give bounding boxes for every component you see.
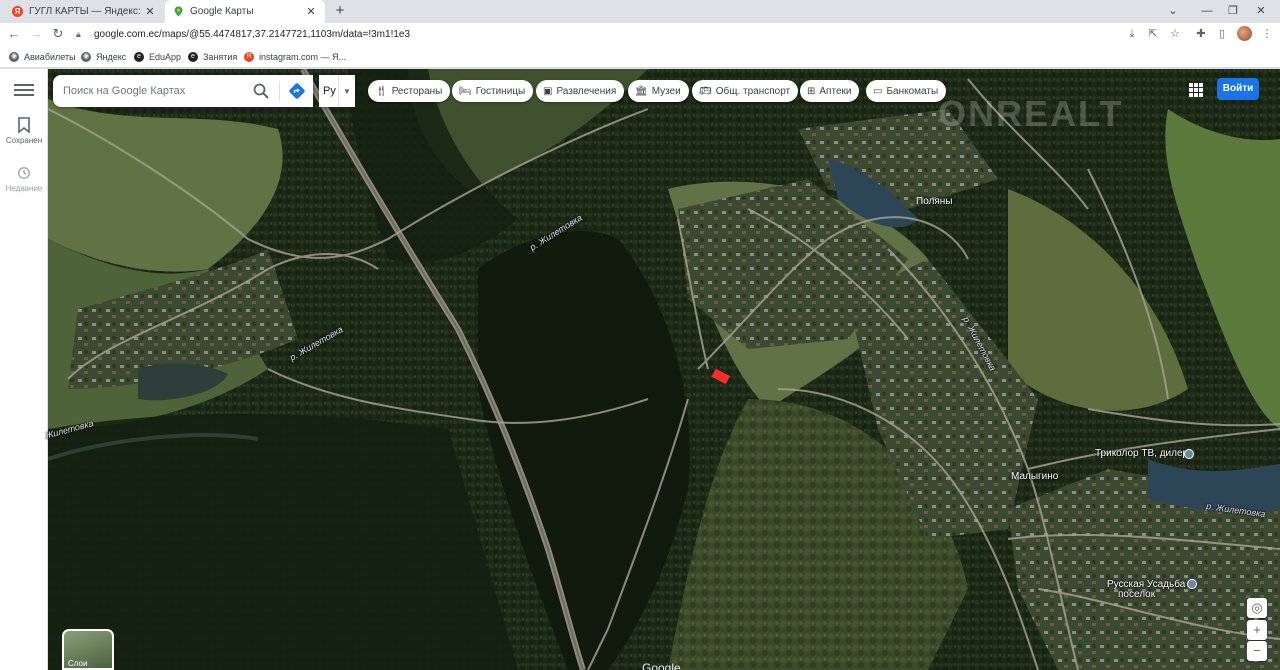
tab-search-icon[interactable]: ⌄ xyxy=(1162,2,1184,20)
bookmark-star-icon[interactable]: ☆ xyxy=(1166,25,1184,43)
reload-button[interactable]: ↻ xyxy=(49,25,67,43)
address-bar[interactable]: 🔒︎ google.com.ec/maps/@55.4474817,37.214… xyxy=(76,25,1106,43)
bookmarks-bar: ◉ Авиабилеты ◉ Яндекс e EduApp e Занятия… xyxy=(0,45,1280,68)
bookmark-zanyatiya[interactable]: e Занятия xyxy=(188,49,237,64)
back-button[interactable]: ← xyxy=(5,25,23,43)
search-input[interactable] xyxy=(63,82,243,100)
ticket-icon: ▣ xyxy=(543,85,553,97)
language-value: Ру xyxy=(319,75,339,107)
tab-yandex[interactable]: Я ГУГЛ КАРТЫ — Яндекс: нашлось ✕ xyxy=(4,0,164,23)
lock-icon: 🔒︎ xyxy=(76,29,81,39)
close-tab-icon[interactable]: ✕ xyxy=(144,5,156,18)
tab-google-maps[interactable]: Google Карты ✕ xyxy=(165,0,325,23)
chip-entertainment[interactable]: ▣ Развлечения xyxy=(536,80,625,102)
eduapp-icon: e xyxy=(134,51,144,62)
chip-label: Гостиницы xyxy=(475,85,526,97)
install-icon[interactable]: ⤓ xyxy=(1123,25,1141,43)
google-maps: Сохранен Недавние Поляны Малыгино Трикол… xyxy=(0,69,1280,670)
chip-label: Развлечения xyxy=(556,85,617,97)
tab-title: Google Карты xyxy=(190,6,254,17)
google-maps-favicon-icon xyxy=(173,6,184,17)
chip-label: Аптеки xyxy=(819,85,852,97)
eduapp-icon: e xyxy=(188,51,198,62)
recent-label: Недавние xyxy=(5,184,43,193)
yandex-icon: Я xyxy=(244,51,254,62)
label-malygino[interactable]: Малыгино xyxy=(1011,471,1058,482)
chip-transit[interactable]: 🚌︎ Общ. транспорт xyxy=(692,80,799,102)
bus-icon: 🚌︎ xyxy=(699,85,712,97)
yandex-favicon-icon: Я xyxy=(12,6,23,17)
label-polyany[interactable]: Поляны xyxy=(916,196,953,207)
museum-icon: 🏛︎ xyxy=(635,85,648,97)
chip-pharmacies[interactable]: ⊞ Аптеки xyxy=(800,80,860,102)
label-tricolor[interactable]: Триколор ТВ, дилер xyxy=(1095,448,1188,459)
search-box xyxy=(53,75,313,107)
recent-nav-item[interactable]: Недавние xyxy=(0,165,48,193)
new-tab-button[interactable]: + xyxy=(331,2,349,20)
chip-atms[interactable]: ▭ Банкоматы xyxy=(866,80,947,102)
url-text: google.com.ec/maps/@55.4474817,37.214772… xyxy=(94,28,411,40)
bookmark-instagram[interactable]: Я instagram.com — Я... xyxy=(244,49,346,64)
bookmark-label: EduApp xyxy=(149,51,182,62)
history-icon xyxy=(18,167,30,179)
bookmark-icon xyxy=(18,117,30,133)
search-icon[interactable] xyxy=(252,82,270,100)
layers-label: Слои xyxy=(68,659,88,668)
bed-icon: 🛏︎ xyxy=(459,85,472,97)
google-watermark: Google xyxy=(642,661,681,670)
globe-icon: ◉ xyxy=(81,51,91,62)
menu-dots-icon[interactable]: ⋮ xyxy=(1258,25,1276,43)
chip-label: Рестораны xyxy=(391,85,443,97)
close-window-button[interactable]: ✕ xyxy=(1250,2,1272,20)
bookmark-aviabilety[interactable]: ◉ Авиабилеты xyxy=(9,49,76,64)
chip-hotels[interactable]: 🛏︎ Гостиницы xyxy=(452,80,534,102)
profile-avatar[interactable] xyxy=(1237,26,1252,41)
language-select[interactable]: Ру ▼ xyxy=(319,75,355,107)
tab-title: ГУГЛ КАРТЫ — Яндекс: нашлось xyxy=(29,6,144,17)
search-divider xyxy=(279,81,280,101)
saved-nav-item[interactable]: Сохранен xyxy=(0,117,48,145)
forward-button[interactable]: → xyxy=(27,25,45,43)
side-panel-icon[interactable]: ▯ xyxy=(1213,25,1231,43)
chip-museums[interactable]: 🏛︎ Музеи xyxy=(628,80,689,102)
shop-pin-icon[interactable] xyxy=(1184,449,1194,459)
maps-left-nav: Сохранен Недавние xyxy=(0,69,48,670)
zoom-in-button[interactable]: + xyxy=(1247,620,1267,640)
extensions-icon[interactable]: ✚ xyxy=(1192,25,1210,43)
fork-knife-icon: 🍴︎ xyxy=(375,85,388,97)
tab-strip: Я ГУГЛ КАРТЫ — Яндекс: нашлось ✕ Google … xyxy=(0,0,1280,23)
saved-label: Сохранен xyxy=(5,136,43,145)
browser-toolbar: ← → ↻ 🔒︎ google.com.ec/maps/@55.4474817,… xyxy=(0,23,1280,45)
chip-restaurants[interactable]: 🍴︎ Рестораны xyxy=(368,80,451,102)
close-tab-icon[interactable]: ✕ xyxy=(305,5,317,18)
bookmark-label: instagram.com — Я... xyxy=(259,51,347,62)
sign-in-button[interactable]: Войти xyxy=(1217,78,1259,100)
hamburger-menu-icon[interactable] xyxy=(14,82,34,98)
bookmark-label: Яндекс xyxy=(96,51,127,62)
bookmark-eduapp[interactable]: e EduApp xyxy=(134,49,181,64)
satellite-map[interactable]: Поляны Малыгино Триколор ТВ, дилер Русск… xyxy=(44,69,1280,670)
minimize-button[interactable]: — xyxy=(1196,2,1218,20)
chip-label: Музеи xyxy=(651,85,681,97)
label-poselok: поселок xyxy=(1118,589,1156,600)
satellite-imagery xyxy=(48,69,1280,670)
onrealt-watermark: ONREALT xyxy=(938,93,1124,134)
chevron-down-icon: ▼ xyxy=(343,86,351,96)
bookmark-label: Занятия xyxy=(203,51,238,62)
bookmark-yandex[interactable]: ◉ Яндекс xyxy=(81,49,126,64)
chip-label: Общ. транспорт xyxy=(715,85,791,97)
pharmacy-icon: ⊞ xyxy=(807,85,816,97)
bookmark-label: Авиабилеты xyxy=(24,51,76,62)
layers-button[interactable]: Слои xyxy=(62,629,114,670)
globe-icon: ◉ xyxy=(9,51,19,62)
restore-button[interactable]: ❐ xyxy=(1222,2,1244,20)
share-icon[interactable]: ⇱ xyxy=(1144,25,1162,43)
google-apps-icon[interactable] xyxy=(1189,83,1203,97)
place-pin-icon[interactable] xyxy=(1187,579,1197,589)
atm-icon: ▭ xyxy=(873,85,883,97)
my-location-button[interactable]: ◎ xyxy=(1247,598,1267,618)
directions-icon[interactable] xyxy=(288,82,306,100)
chip-label: Банкоматы xyxy=(886,85,939,97)
zoom-out-button[interactable]: − xyxy=(1247,641,1267,661)
